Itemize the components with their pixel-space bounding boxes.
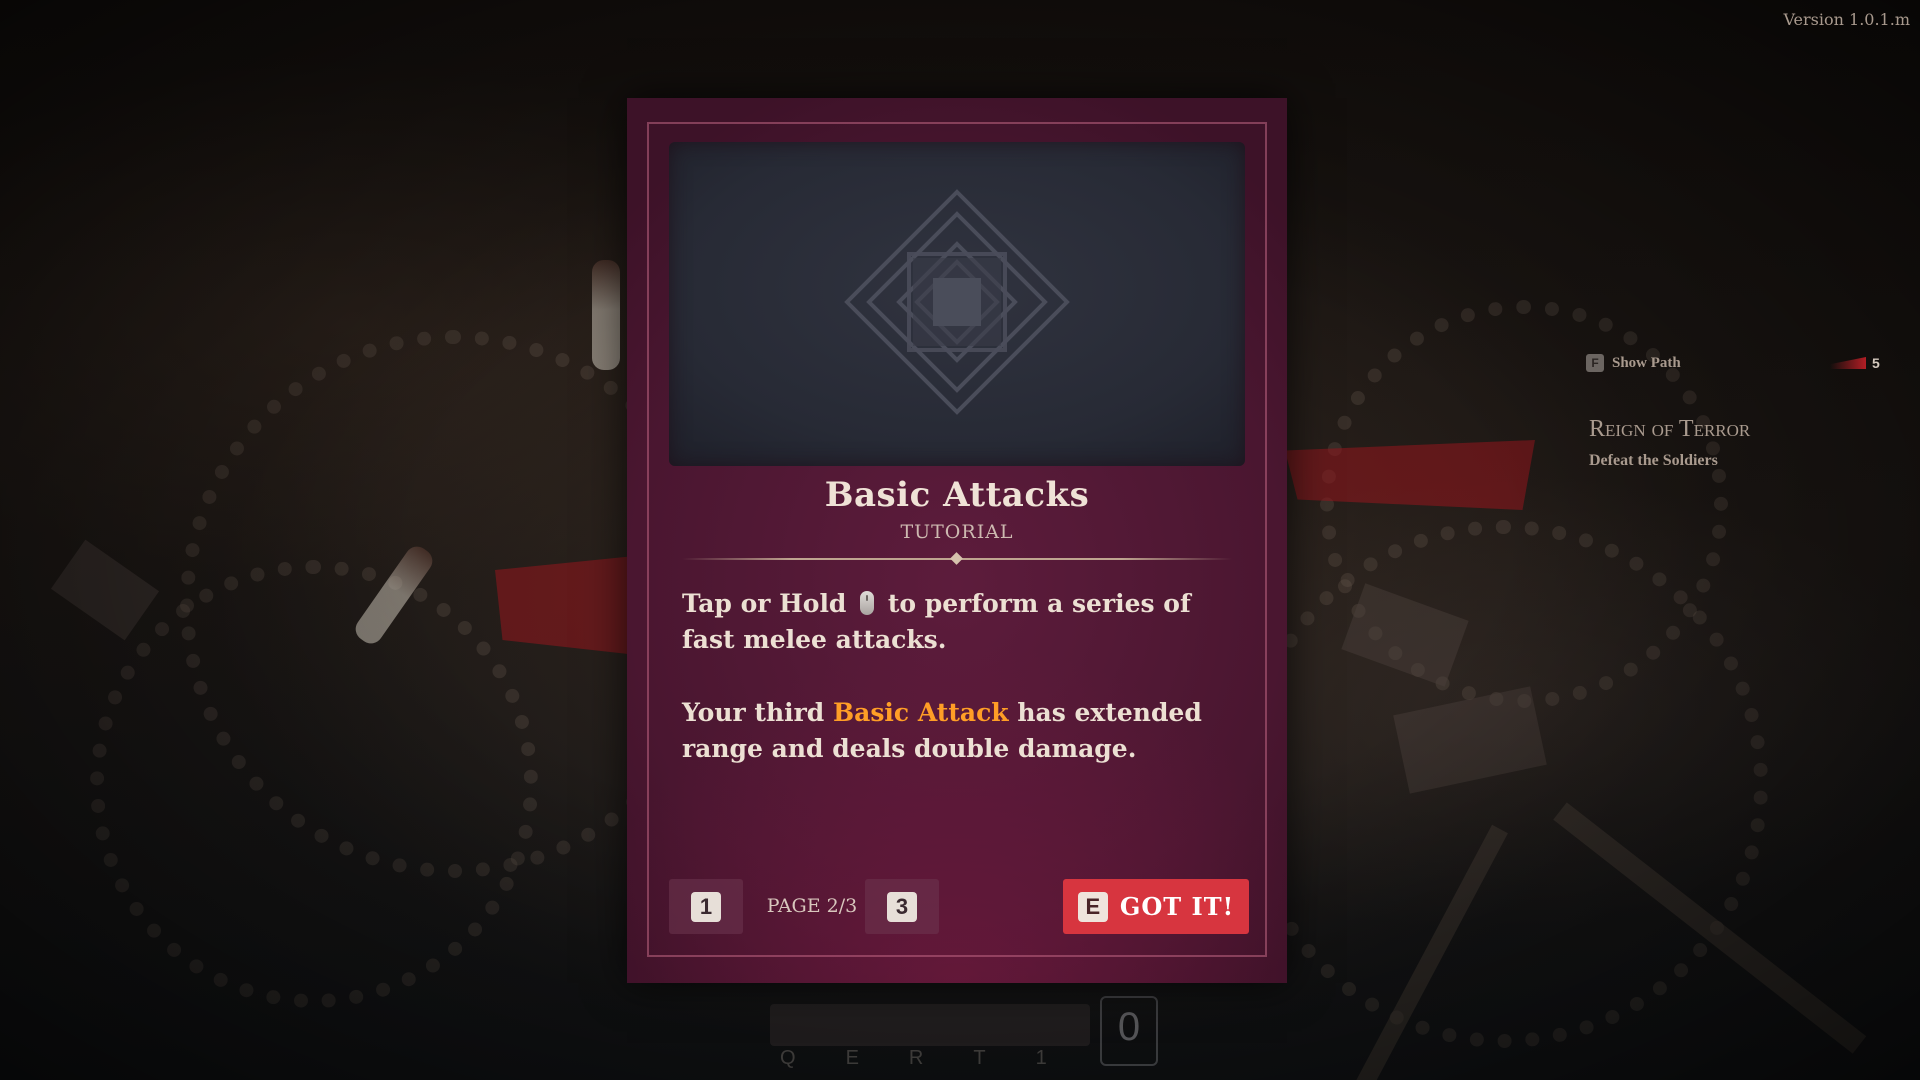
ability-hotbar: Q E R T 1 0: [760, 990, 1180, 1080]
hotbar-key[interactable]: Q: [780, 1047, 798, 1070]
show-path-label: Show Path: [1612, 354, 1681, 371]
quest-objective: Defeat the Soldiers: [1589, 452, 1718, 469]
hotbar-key[interactable]: E: [846, 1047, 861, 1070]
got-it-label: GOT IT!: [1119, 892, 1235, 921]
got-it-button[interactable]: E GOT IT!: [1063, 879, 1249, 934]
tutorial-paragraph-1: Tap or Hold to perform a series of fast …: [682, 586, 1242, 658]
enemy-count: 5: [1872, 355, 1880, 371]
page-indicator: PAGE 2/3: [766, 895, 858, 917]
show-path-key: F: [1586, 354, 1604, 372]
concentric-diamond-emblem-icon: [844, 189, 1070, 415]
tutorial-paragraph-2: Your third Basic Attack has extended ran…: [682, 695, 1242, 767]
mouse-left-click-icon: [860, 591, 875, 615]
confirm-key: E: [1077, 891, 1108, 922]
tutorial-subtitle: TUTORIAL: [900, 521, 1014, 543]
hotbar-background: [770, 1004, 1090, 1046]
hotbar-key[interactable]: T: [973, 1047, 987, 1070]
consumable-slot[interactable]: 0: [1100, 996, 1158, 1066]
enemy-counter: 5: [1830, 355, 1880, 371]
hotbar-key[interactable]: 1: [1036, 1047, 1049, 1070]
para1-start: Tap or Hold: [682, 589, 856, 618]
card-art: [669, 142, 1245, 466]
red-flag-icon: [1830, 357, 1866, 369]
tutorial-card: Basic Attacks TUTORIAL Tap or Hold to pe…: [627, 98, 1287, 983]
hotbar-keys: Q E R T 1: [780, 1047, 1049, 1070]
para2-start: Your third: [682, 698, 825, 727]
tutorial-title: Basic Attacks: [824, 475, 1090, 515]
basic-attack-keyword: Basic Attack: [833, 698, 1009, 727]
next-page-button[interactable]: 3: [865, 879, 939, 934]
version-label: Version 1.0.1.m: [1783, 10, 1910, 29]
next-page-key: 3: [887, 891, 917, 922]
quest-title: Reign of Terror: [1589, 416, 1751, 442]
prev-page-key: 1: [691, 891, 721, 922]
show-path-prompt[interactable]: F Show Path: [1586, 354, 1681, 372]
hotbar-key[interactable]: R: [909, 1047, 925, 1070]
previous-page-button[interactable]: 1: [669, 879, 743, 934]
